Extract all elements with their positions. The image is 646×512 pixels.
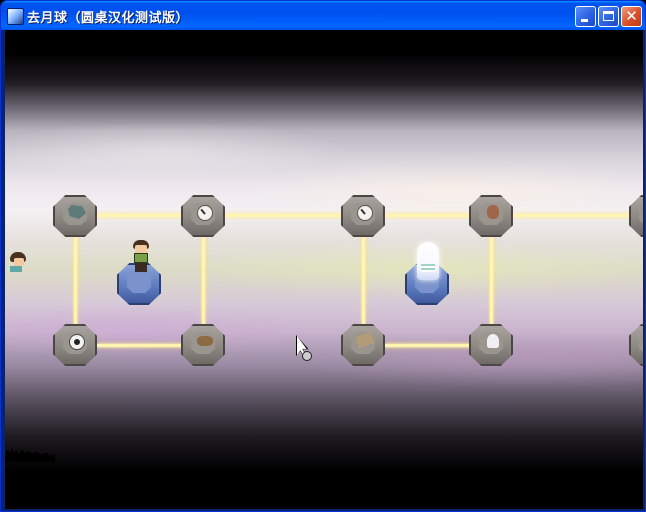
maximize-button[interactable]	[598, 6, 619, 27]
peeking-character[interactable]	[10, 252, 28, 272]
face	[135, 245, 147, 253]
link-beam	[202, 236, 205, 324]
memory-node[interactable]	[341, 195, 385, 237]
title-bar[interactable]: 去月球（圆桌汉化测试版） ✕	[1, 1, 645, 30]
link-beam	[490, 236, 493, 324]
shirt	[134, 253, 148, 263]
memory-node[interactable]	[469, 324, 513, 366]
minimize-button[interactable]	[575, 6, 596, 27]
book-icon	[355, 331, 375, 349]
app-icon[interactable]	[7, 8, 24, 25]
memory-node[interactable]	[53, 195, 97, 237]
memory-node[interactable]	[341, 324, 385, 366]
bag-icon	[487, 205, 499, 219]
memory-node[interactable]	[469, 195, 513, 237]
link-beam	[513, 214, 633, 217]
memory-node[interactable]	[53, 324, 97, 366]
game-viewport[interactable]	[5, 30, 643, 509]
boy-character[interactable]	[131, 240, 151, 274]
link-beam	[385, 344, 473, 347]
link-beam	[74, 236, 77, 324]
pants	[135, 263, 147, 272]
memory-node[interactable]	[181, 195, 225, 237]
link-beam	[385, 214, 473, 217]
shirt	[10, 266, 22, 272]
face	[14, 258, 24, 266]
snake-icon	[197, 336, 213, 346]
clock-icon	[197, 205, 213, 221]
minimize-icon	[581, 19, 588, 22]
close-icon: ✕	[625, 7, 638, 25]
ghost-character[interactable]	[417, 242, 439, 280]
memory-node[interactable]	[181, 324, 225, 366]
memory-node[interactable]	[629, 195, 643, 237]
link-beam	[97, 214, 185, 217]
link-beam	[225, 214, 345, 217]
grass-silhouette	[5, 447, 55, 462]
busy-indicator-icon	[302, 351, 312, 361]
clock-icon	[357, 205, 373, 221]
ball-icon	[69, 334, 85, 350]
game-window: 去月球（圆桌汉化测试版） ✕	[0, 0, 646, 512]
maximize-icon	[603, 11, 614, 21]
link-beam	[97, 344, 185, 347]
memory-node[interactable]	[629, 324, 643, 366]
shard-icon	[68, 205, 86, 219]
window-title: 去月球（圆桌汉化测试版）	[27, 11, 190, 26]
squid-icon	[487, 334, 499, 348]
close-button[interactable]: ✕	[621, 6, 642, 27]
link-beam	[362, 236, 365, 324]
